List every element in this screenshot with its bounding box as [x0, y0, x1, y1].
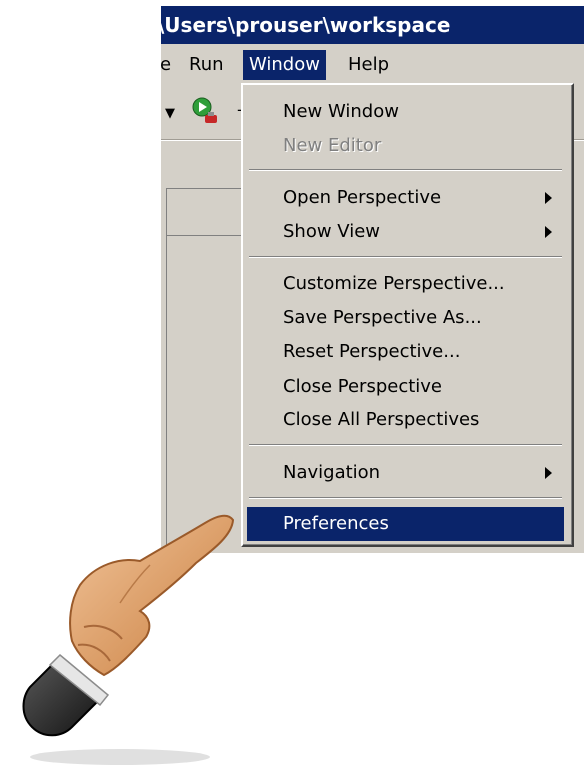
menu-item-label: Customize Perspective... — [283, 273, 505, 294]
menu-item-show-view[interactable]: Show View — [247, 215, 564, 249]
title-bar: \Users\prouser\workspace — [161, 6, 584, 44]
menu-item-customize-perspective[interactable]: Customize Perspective... — [247, 267, 564, 301]
window-title: \Users\prouser\workspace — [161, 13, 451, 37]
menu-bar: e Run Window Help — [161, 47, 584, 83]
panel-tab-rule — [167, 235, 242, 236]
menu-item-close-all-perspectives[interactable]: Close All Perspectives — [247, 403, 564, 437]
menu-separator — [249, 256, 562, 258]
menu-item-label: New Editor — [283, 135, 382, 156]
menu-item-new-window[interactable]: New Window — [247, 95, 564, 129]
menu-item-preferences[interactable]: Preferences — [247, 507, 564, 541]
menu-item-label: Close Perspective — [283, 376, 443, 397]
menu-item-label: Open Perspective — [283, 187, 442, 208]
menu-separator — [249, 497, 562, 499]
menu-item-new-editor: New Editor — [247, 129, 564, 163]
eclipse-window-crop: \Users\prouser\workspace e Run Window He… — [161, 6, 584, 553]
menu-item-reset-perspective[interactable]: Reset Perspective... — [247, 335, 564, 369]
submenu-arrow-icon — [545, 192, 552, 204]
menu-item-label: New Window — [283, 101, 399, 122]
pointing-hand-icon — [22, 514, 235, 765]
menu-help[interactable]: Help — [342, 47, 395, 83]
menu-run[interactable]: Run — [183, 47, 230, 83]
view-panel-edge — [166, 188, 242, 553]
dropdown-arrow-icon[interactable]: ▼ — [165, 106, 175, 121]
menu-item-label: Save Perspective As... — [283, 307, 482, 328]
menu-window[interactable]: Window — [243, 50, 326, 80]
menu-separator — [249, 169, 562, 171]
menu-item-label: Show View — [283, 221, 381, 242]
menu-item-close-perspective[interactable]: Close Perspective — [247, 370, 564, 404]
menu-item-save-perspective-as[interactable]: Save Perspective As... — [247, 301, 564, 335]
submenu-arrow-icon — [545, 226, 552, 238]
menu-separator — [249, 444, 562, 446]
menu-item-label: Close All Perspectives — [283, 409, 480, 430]
menu-item-navigation[interactable]: Navigation — [247, 456, 564, 490]
menu-partial-item[interactable]: e — [161, 47, 177, 83]
submenu-arrow-icon — [545, 467, 552, 479]
run-external-tool-icon[interactable] — [191, 96, 221, 126]
menu-item-label: Navigation — [283, 462, 381, 483]
menu-item-label: Preferences — [283, 513, 389, 534]
menu-item-label: Reset Perspective... — [283, 341, 461, 362]
window-menu-dropdown: New Window New Editor Open Perspective S… — [241, 83, 574, 547]
menu-item-open-perspective[interactable]: Open Perspective — [247, 181, 564, 215]
